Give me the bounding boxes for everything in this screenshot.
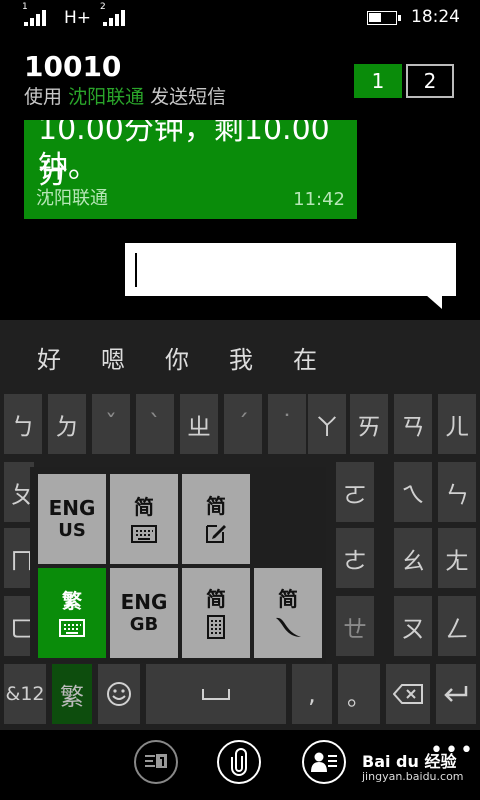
comma-key[interactable]: , — [292, 664, 332, 724]
subtitle-carrier: 沈阳联通 — [68, 86, 145, 108]
contact-card-button[interactable] — [302, 740, 346, 784]
attach-icon — [231, 748, 247, 776]
lang-traditional[interactable]: 繁 — [38, 568, 106, 658]
lang-eng-us[interactable]: ENG US — [38, 474, 106, 564]
keyboard-icon — [59, 619, 85, 637]
subtitle-prefix: 使用 — [24, 86, 63, 108]
key-ei[interactable]: ㄟ — [394, 462, 432, 522]
battery-icon — [367, 11, 401, 25]
contact-icon — [311, 752, 337, 772]
sim-switch-icon — [145, 754, 167, 768]
lang-eng-us-line2: US — [58, 520, 86, 541]
key-tone5[interactable]: ˙ — [268, 394, 306, 454]
key-b[interactable]: ㄅ — [4, 394, 42, 454]
key-d[interactable]: ㄉ — [48, 394, 86, 454]
enter-icon — [444, 686, 468, 702]
network-type: H+ — [64, 8, 92, 28]
key-ou[interactable]: ㄡ — [394, 596, 432, 656]
space-icon — [202, 689, 230, 700]
input-language-popup: ENG US 简 简 繁 ENG GB 简 简 — [30, 467, 326, 663]
key-an[interactable]: ㄢ — [394, 394, 432, 454]
emoji-key[interactable] — [98, 664, 140, 724]
message-sender: 沈阳联通 — [36, 188, 108, 209]
candidate-2[interactable]: 嗯 — [101, 340, 125, 375]
key-en[interactable]: ㄣ — [438, 462, 476, 522]
conversation-title: 10010 — [24, 50, 122, 83]
candidate-1[interactable]: 好 — [37, 340, 61, 375]
lang-simplified-handwriting-label: 简 — [206, 494, 226, 518]
lang-simplified-stroke-label: 简 — [278, 587, 298, 611]
numeric-key[interactable]: &12 — [4, 664, 46, 724]
text-caret — [135, 253, 137, 287]
sim2-marker: 2 — [100, 2, 106, 12]
key-tone2[interactable]: ˊ — [224, 394, 262, 454]
lang-eng-gb[interactable]: ENG GB — [110, 568, 178, 658]
switch-sim-button[interactable] — [134, 740, 178, 784]
candidate-5[interactable]: 在 — [293, 340, 317, 375]
space-key[interactable] — [146, 664, 286, 724]
key-eng[interactable]: ㄥ — [438, 596, 476, 656]
numpad-icon — [207, 615, 225, 639]
backspace-icon — [393, 684, 423, 704]
key-o[interactable]: ㄛ — [336, 462, 374, 522]
lang-simplified-stroke[interactable]: 简 — [254, 568, 322, 658]
lang-eng-us-line1: ENG — [48, 496, 96, 520]
clock: 18:24 — [411, 7, 460, 27]
sim1-marker: 1 — [22, 2, 28, 12]
key-ao[interactable]: ㄠ — [394, 528, 432, 588]
send-via-subtitle[interactable]: 使用 沈阳联通 发送短信 — [24, 82, 226, 109]
key-tone3[interactable]: ˇ — [92, 394, 130, 454]
subtitle-suffix: 发送短信 — [150, 86, 227, 108]
message-text: 钟。 — [38, 150, 98, 185]
message-time: 11:42 — [293, 189, 345, 210]
key-a[interactable]: ㄚ — [308, 394, 346, 454]
compose-bubble-tail — [426, 295, 442, 309]
lang-simplified-keyboard-label: 简 — [134, 495, 154, 519]
period-key[interactable]: 。 — [338, 664, 380, 724]
lang-simplified-numpad-label: 简 — [206, 587, 226, 611]
watermark-brand: Bai du 经验 — [362, 752, 457, 771]
lang-simplified-handwriting[interactable]: 简 — [182, 474, 250, 564]
key-ai[interactable]: ㄞ — [350, 394, 388, 454]
attach-button[interactable] — [217, 740, 261, 784]
lang-simplified-numpad[interactable]: 简 — [182, 568, 250, 658]
sim-tab-2[interactable]: 2 — [406, 64, 454, 98]
watermark-url: jingyan.baidu.com — [362, 770, 464, 783]
lang-eng-gb-line1: ENG — [120, 590, 168, 614]
backspace-key[interactable] — [386, 664, 430, 724]
emoji-icon — [107, 682, 131, 706]
candidate-3[interactable]: 你 — [165, 340, 189, 375]
language-key[interactable]: 繁 — [52, 664, 92, 724]
pencil-icon — [206, 525, 226, 543]
received-message-bubble[interactable]: 10.00分钟，剩10.00分 钟。 沈阳联通 11:42 — [24, 120, 357, 219]
keyboard-icon — [131, 525, 157, 543]
lang-traditional-label: 繁 — [62, 589, 82, 613]
compose-input[interactable] — [125, 243, 456, 296]
key-ang[interactable]: ㄤ — [438, 528, 476, 588]
enter-key[interactable] — [436, 664, 476, 724]
candidate-4[interactable]: 我 — [229, 340, 253, 375]
key-eh[interactable]: ㄝ — [336, 596, 374, 656]
lang-simplified-keyboard[interactable]: 简 — [110, 474, 178, 564]
key-tone4[interactable]: ˋ — [136, 394, 174, 454]
key-zh[interactable]: ㄓ — [180, 394, 218, 454]
key-er[interactable]: ㄦ — [438, 394, 476, 454]
stroke-icon — [276, 617, 301, 637]
signal-2-icon — [103, 8, 125, 26]
key-e[interactable]: ㄜ — [336, 528, 374, 588]
lang-eng-gb-line2: GB — [129, 614, 159, 635]
sim-tab-1[interactable]: 1 — [354, 64, 402, 98]
